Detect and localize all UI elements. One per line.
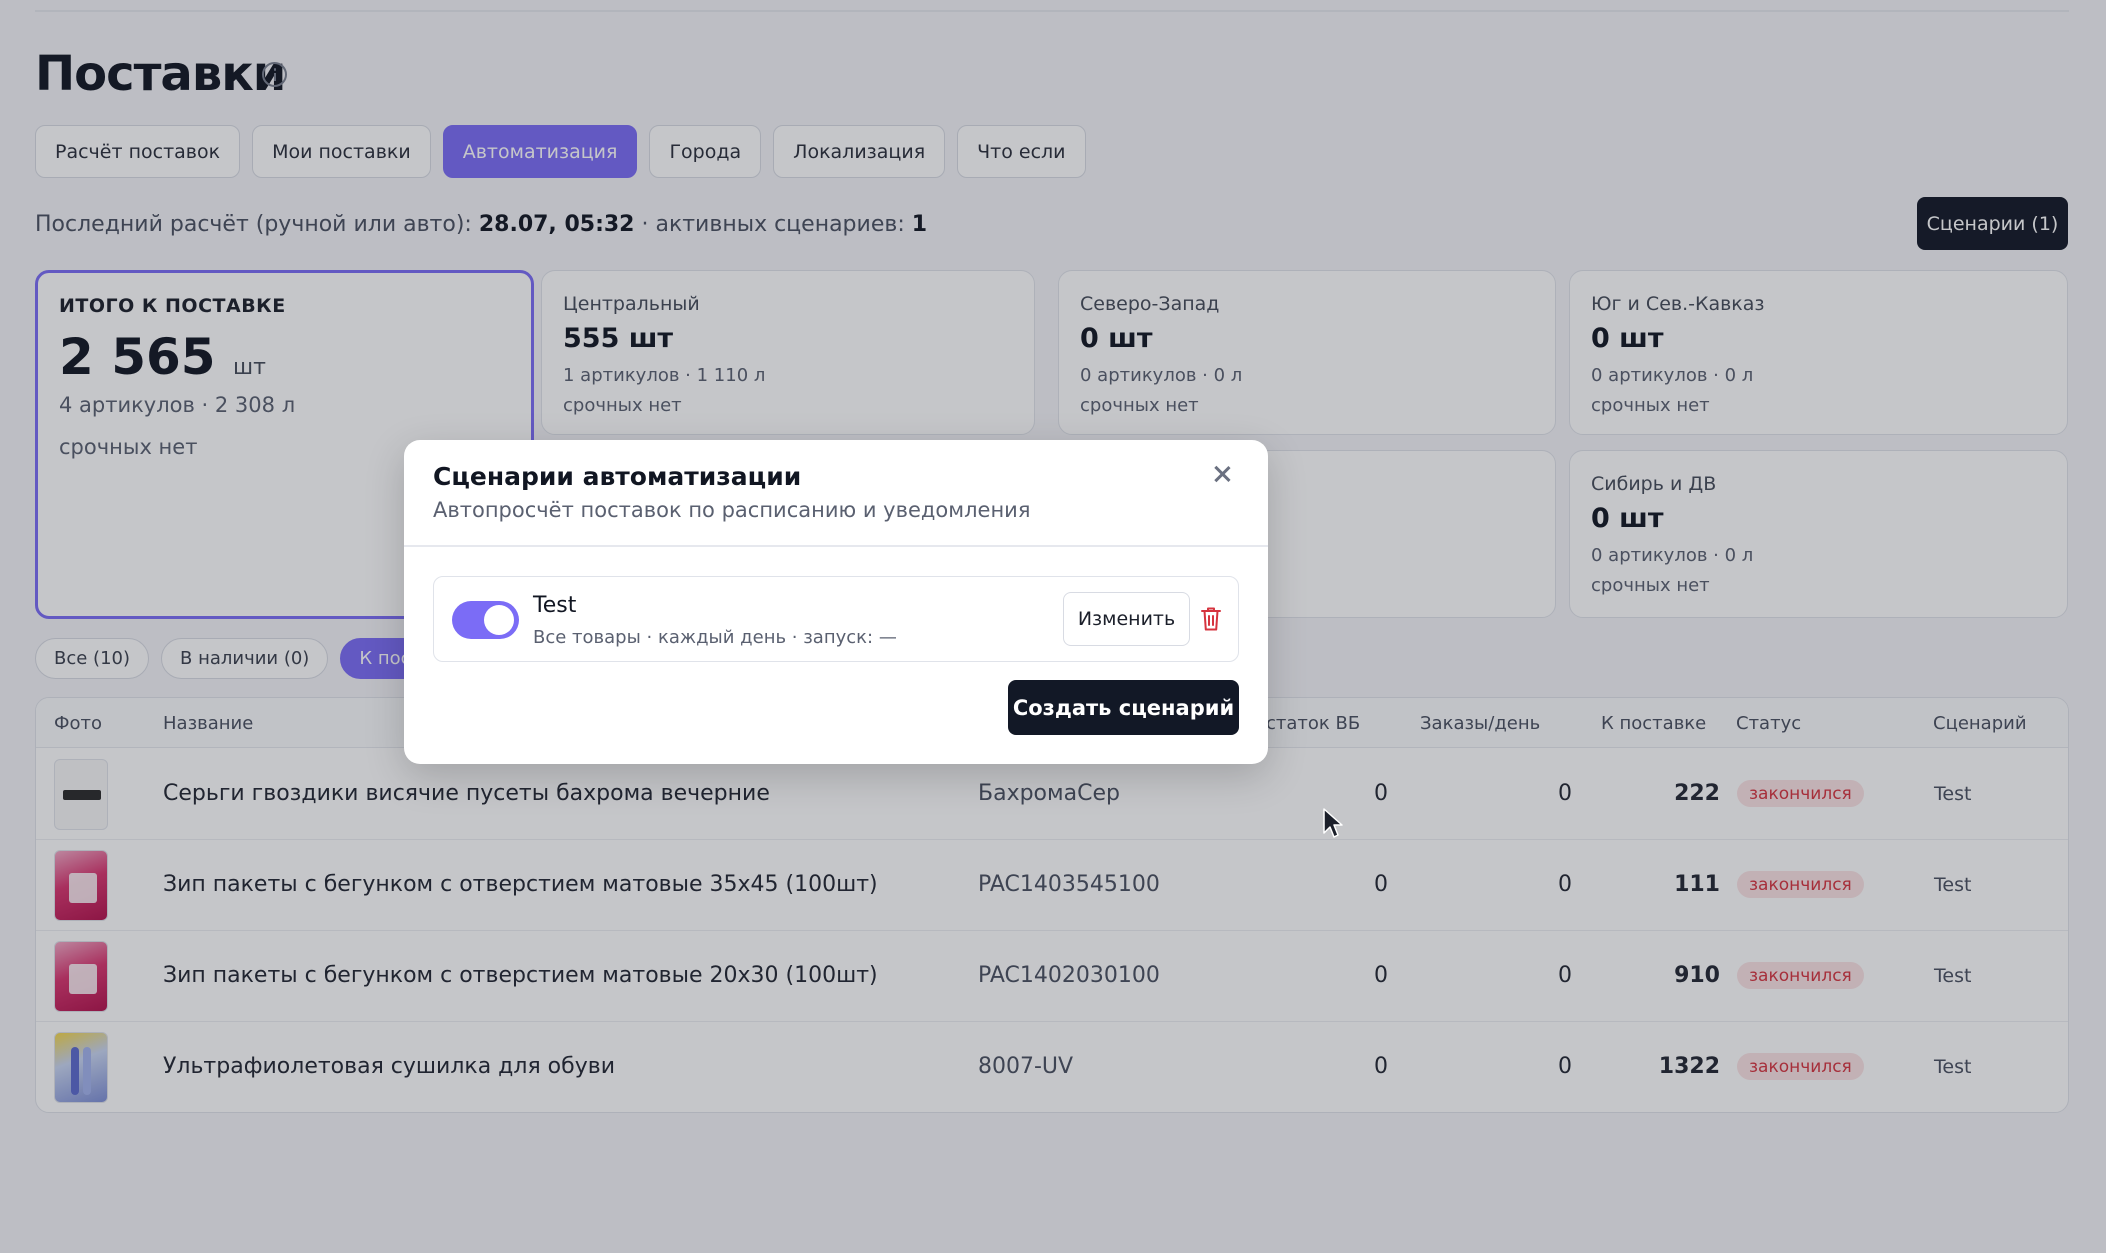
trash-icon[interactable] (1200, 606, 1222, 632)
modal-divider (404, 545, 1268, 547)
scenario-meta: Все товары · каждый день · запуск: — (533, 627, 897, 648)
scenario-name: Test (533, 593, 577, 618)
edit-button[interactable]: Изменить (1063, 592, 1190, 646)
create-scenario-button[interactable]: Создать сценарий (1008, 680, 1239, 735)
modal-subtitle: Автопросчёт поставок по расписанию и уве… (433, 498, 1031, 522)
modal-title: Сценарии автоматизации (433, 462, 802, 491)
scenario-toggle[interactable] (452, 601, 519, 639)
mouse-cursor-icon (1323, 808, 1343, 838)
scenario-item: Test Все товары · каждый день · запуск: … (433, 576, 1239, 662)
automation-scenarios-modal: Сценарии автоматизации Автопросчёт поста… (404, 440, 1268, 764)
close-icon[interactable] (1210, 462, 1234, 486)
